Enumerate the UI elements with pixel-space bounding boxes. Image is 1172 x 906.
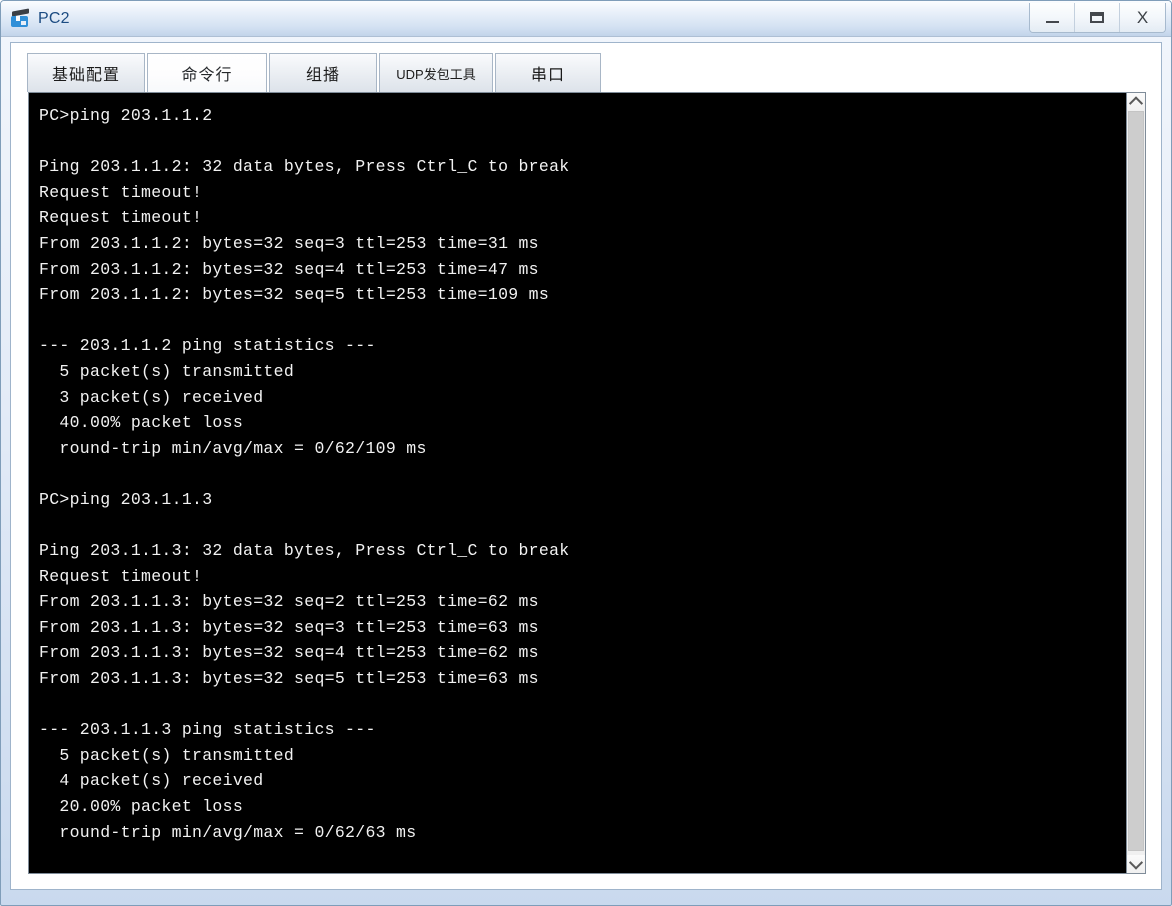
close-icon: X: [1136, 8, 1149, 27]
client-area: 基础配置 命令行 组播 UDP发包工具 串口 PC>ping 203.1.1.2 Ping…: [10, 42, 1162, 890]
tab-label: 组播: [305, 67, 340, 84]
tab-3[interactable]: UDP发包工具: [379, 53, 493, 92]
terminal-line: Request timeout!: [39, 566, 203, 586]
tab-1[interactable]: 命令行: [147, 53, 267, 92]
terminal-line: 5 packet(s) transmitted: [39, 361, 295, 381]
terminal-line: 5 packet(s) transmitted: [39, 745, 295, 765]
scroll-down-icon: [1128, 855, 1144, 870]
terminal-line: 40.00% packet loss: [39, 413, 244, 433]
tab-2[interactable]: 组播: [269, 53, 377, 92]
terminal-line: From 203.1.1.2: bytes=32 seq=4 ttl=253 t…: [39, 259, 539, 279]
terminal-line: Ping 203.1.1.2: 32 data bytes, Press Ctr…: [39, 157, 570, 177]
scrollbar-thumb[interactable]: [1128, 111, 1144, 851]
scroll-up-button[interactable]: [1127, 93, 1145, 111]
tab-4[interactable]: 串口: [495, 53, 601, 92]
terminal-line: Request timeout!: [39, 182, 203, 202]
terminal-line: round-trip min/avg/max = 0/62/109 ms: [39, 438, 427, 458]
terminal-line: --- 203.1.1.2 ping statistics ---: [39, 336, 376, 356]
terminal-scrollbar[interactable]: [1126, 93, 1145, 873]
tab-0[interactable]: 基础配置: [27, 53, 145, 92]
title-bar: PC2 X: [1, 1, 1171, 37]
pc2-window: PC2 X 基础配置 命令行 组播 UDP发包工具 串口 PC>ping 203.1.1…: [0, 0, 1172, 906]
terminal-line: From 203.1.1.3: bytes=32 seq=3 ttl=253 t…: [39, 617, 539, 637]
terminal-line: From 203.1.1.3: bytes=32 seq=4 ttl=253 t…: [39, 643, 539, 663]
tab-label: 基础配置: [51, 67, 120, 84]
terminal-line: 3 packet(s) received: [39, 387, 264, 407]
terminal-panel: PC>ping 203.1.1.2 Ping 203.1.1.2: 32 data…: [28, 92, 1146, 874]
terminal-line: Ping 203.1.1.3: 32 data bytes, Press Ctr…: [39, 541, 570, 561]
terminal-line: From 203.1.1.3: bytes=32 seq=5 ttl=253 t…: [39, 669, 539, 689]
terminal-output[interactable]: PC>ping 203.1.1.2 Ping 203.1.1.2: 32 data…: [29, 93, 1126, 873]
title-bar-left: PC2: [10, 5, 70, 33]
tab-label: 命令行: [181, 67, 233, 84]
close-button[interactable]: X: [1120, 3, 1165, 32]
scroll-down-button[interactable]: [1127, 855, 1145, 873]
terminal-line: From 203.1.1.2: bytes=32 seq=5 ttl=253 t…: [39, 285, 550, 305]
tab-label: UDP发包工具: [396, 66, 476, 82]
tab-label: 串口: [530, 67, 565, 84]
minimize-icon: [1045, 21, 1059, 23]
maximize-button[interactable]: [1075, 3, 1120, 32]
terminal-line: From 203.1.1.3: bytes=32 seq=2 ttl=253 t…: [39, 592, 539, 612]
terminal-line: 20.00% packet loss: [39, 797, 244, 817]
pc-device-icon: [10, 8, 32, 29]
terminal-line: From 203.1.1.2: bytes=32 seq=3 ttl=253 t…: [39, 233, 539, 253]
minimize-button[interactable]: [1030, 3, 1075, 32]
window-title: PC2: [38, 10, 70, 27]
scroll-up-icon: [1128, 96, 1144, 111]
terminal-line: PC>ping 203.1.1.3: [39, 489, 213, 509]
window-controls: X: [1029, 3, 1166, 33]
terminal-line: Request timeout!: [39, 208, 203, 228]
terminal-line: 4 packet(s) received: [39, 771, 264, 791]
terminal-line: PC>ping 203.1.1.2: [39, 106, 213, 125]
terminal-line: round-trip min/avg/max = 0/62/63 ms: [39, 822, 417, 842]
maximize-icon: [1090, 12, 1104, 23]
tab-strip: 基础配置 命令行 组播 UDP发包工具 串口: [11, 43, 1161, 92]
terminal-line: --- 203.1.1.3 ping statistics ---: [39, 720, 376, 740]
